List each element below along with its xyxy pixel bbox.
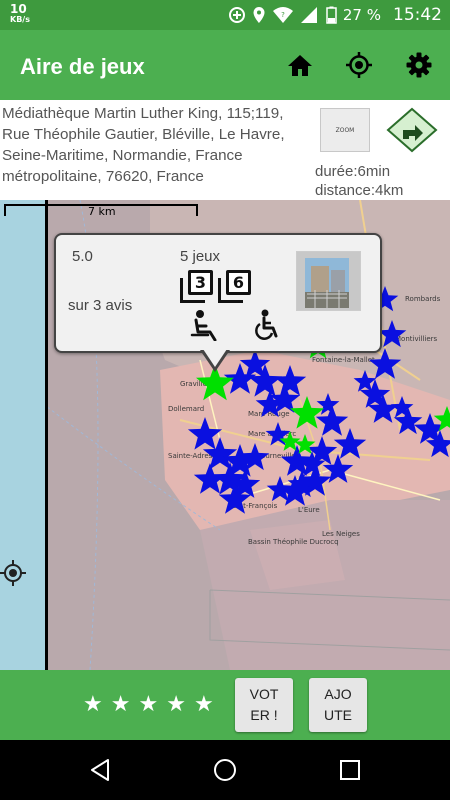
circle-home-icon: [214, 759, 236, 781]
system-nav-bar: [0, 740, 450, 800]
add-button[interactable]: AJO UTE: [309, 678, 367, 732]
status-right: 27 % 15:42: [326, 5, 442, 25]
status-bar: 10 KB/s ? 27 % 15:42: [0, 0, 450, 30]
add-label-line1: AJO: [324, 686, 352, 702]
zoom-button[interactable]: ZOOM: [320, 108, 370, 152]
seated-person-icon: [190, 309, 224, 342]
my-location-button[interactable]: [344, 51, 374, 79]
rating-star[interactable]: ★: [194, 694, 214, 716]
address-text: Médiathèque Martin Luther King, 115;119,…: [2, 105, 285, 185]
home-icon: [288, 55, 312, 76]
network-speed: 10 KB/s: [10, 3, 30, 24]
rating-stars[interactable]: ★ ★ ★ ★ ★: [83, 694, 214, 716]
battery-icon: [326, 6, 337, 24]
popup-rating: 5.0: [72, 248, 93, 265]
clock: 15:42: [393, 5, 442, 25]
trip-info: durée:6min distance:4km: [315, 162, 403, 200]
vote-label-line1: VOT: [249, 686, 279, 702]
signal-icon: [301, 7, 317, 23]
network-speed-value: 10: [10, 2, 27, 16]
playground-marker-blue[interactable]: [187, 417, 223, 450]
location-pin-icon: [253, 7, 265, 23]
trip-duration: durée:6min: [315, 163, 391, 180]
popup-games-count: 5 jeux: [180, 248, 221, 265]
rating-star[interactable]: ★: [138, 694, 158, 716]
age-badge: 3: [180, 270, 213, 303]
popup-pointer-fill: [203, 349, 227, 367]
age-badge-label: 3: [188, 270, 213, 295]
home-nav-button[interactable]: [212, 757, 238, 783]
rating-star[interactable]: ★: [83, 694, 103, 716]
settings-icon: [406, 52, 432, 78]
screen: 10 KB/s ? 27 % 15:42 Aire de jeux Médiat…: [0, 0, 450, 800]
rating-star[interactable]: ★: [111, 694, 131, 716]
locate-me-button[interactable]: [0, 560, 26, 586]
battery-level: 27 %: [342, 6, 381, 24]
network-speed-unit: KB/s: [10, 15, 30, 24]
home-button[interactable]: [285, 51, 315, 79]
wifi-icon: ?: [273, 7, 293, 23]
age-badge: 6: [218, 270, 251, 303]
status-icons: ?: [228, 6, 318, 24]
age-badge-label: 6: [226, 270, 251, 295]
wheelchair-icon: [250, 309, 284, 341]
settings-button[interactable]: [404, 51, 434, 79]
back-icon: [91, 759, 109, 781]
playground-photo[interactable]: [296, 251, 361, 311]
add-label-line2: UTE: [324, 707, 352, 723]
directions-button[interactable]: [386, 107, 438, 153]
vote-label-line2: ER !: [250, 707, 278, 723]
back-button[interactable]: [87, 757, 113, 783]
svg-text:?: ?: [281, 11, 285, 19]
directions-icon: [386, 107, 438, 153]
playground-marker-blue[interactable]: [273, 365, 307, 396]
gps-icon: [0, 560, 26, 586]
rating-star[interactable]: ★: [166, 694, 186, 716]
trip-distance: distance:4km: [315, 182, 404, 199]
recents-icon: [340, 760, 360, 780]
playground-popup[interactable]: 5.0 sur 3 avis 5 jeux 3 6: [54, 233, 382, 353]
playground-marker-green[interactable]: [289, 396, 325, 429]
recents-button[interactable]: [337, 757, 363, 783]
popup-reviews: sur 3 avis: [68, 297, 133, 314]
bottom-bar: ★ ★ ★ ★ ★ VOT ER ! AJO UTE: [0, 670, 450, 740]
app-bar: Aire de jeux: [0, 30, 450, 100]
data-saver-icon: [229, 7, 245, 23]
vote-button[interactable]: VOT ER !: [235, 678, 293, 732]
my-location-icon: [346, 52, 372, 78]
app-title: Aire de jeux: [20, 54, 145, 79]
